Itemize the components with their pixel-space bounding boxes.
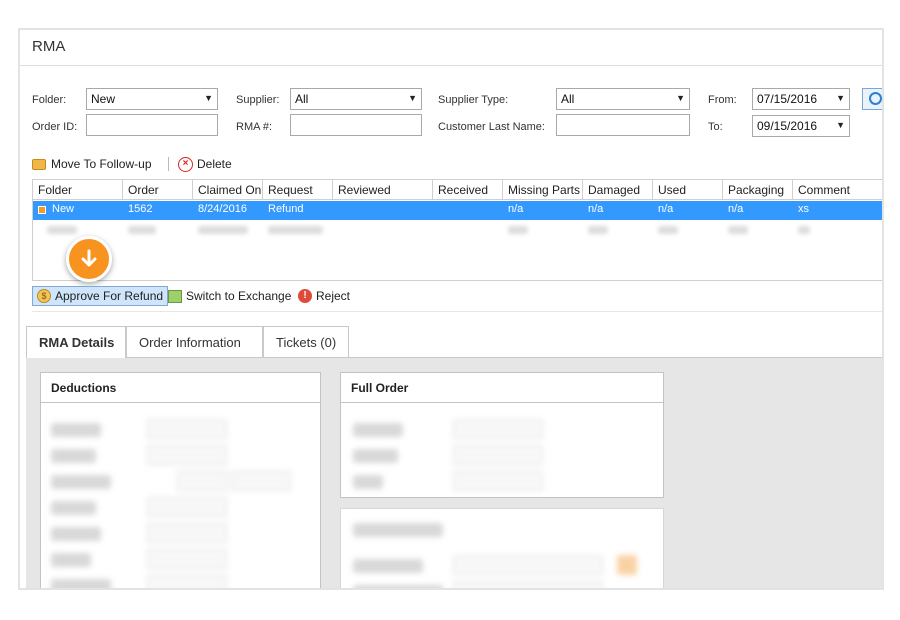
delete-button[interactable]: × Delete	[178, 154, 232, 174]
approve-for-refund-label: Approve For Refund	[55, 289, 164, 303]
grid-header: Folder Order Claimed On Request Reviewed…	[33, 180, 882, 200]
table-row[interactable]: New 1562 8/24/2016 Refund n/a n/a n/a n/…	[33, 201, 882, 220]
toolbar-divider	[168, 157, 169, 171]
supplier-type-select[interactable]: All ▼	[556, 88, 690, 110]
order-id-label: Order ID:	[32, 121, 78, 133]
cell-used: n/a	[658, 203, 674, 215]
deductions-title: Deductions	[41, 373, 320, 403]
full-order-panel: Full Order	[340, 372, 664, 498]
supplier-select[interactable]: All ▼	[290, 88, 422, 110]
reject-label: Reject	[316, 289, 351, 303]
title-bar: RMA	[20, 30, 882, 66]
full-order-blurred-content	[347, 409, 657, 497]
column-header-received[interactable]: Received	[433, 180, 503, 200]
customer-last-name-input[interactable]	[556, 114, 690, 136]
dollar-coin-icon: $	[37, 289, 51, 303]
column-header-packaging[interactable]: Packaging	[723, 180, 793, 200]
cell-request: Refund	[268, 203, 304, 215]
switch-to-exchange-button[interactable]: Switch to Exchange	[168, 286, 291, 306]
folder-select[interactable]: New ▼	[86, 88, 218, 110]
column-header-request[interactable]: Request	[263, 180, 333, 200]
cell-folder: New	[52, 203, 75, 215]
exchange-box-icon	[168, 289, 182, 303]
column-header-damaged[interactable]: Damaged	[583, 180, 653, 200]
deductions-blurred-content	[47, 409, 314, 588]
chevron-down-icon: ▼	[836, 120, 845, 130]
rma-number-input[interactable]	[290, 114, 422, 136]
switch-to-exchange-label: Switch to Exchange	[186, 289, 292, 303]
approve-for-refund-button[interactable]: $ Approve For Refund	[32, 286, 169, 306]
to-label: To:	[708, 121, 723, 133]
search-button[interactable]	[862, 88, 882, 110]
customer-last-name-label: Customer Last Name:	[438, 121, 545, 133]
chevron-down-icon: ▼	[408, 93, 417, 103]
tab-order-information[interactable]: Order Information	[126, 326, 263, 358]
column-header-comment[interactable]: Comment	[793, 180, 882, 200]
order-id-input[interactable]	[86, 114, 218, 136]
delete-icon: ×	[178, 156, 193, 172]
column-header-claimed-on[interactable]: Claimed On	[193, 180, 263, 200]
row-status-icon	[38, 206, 46, 214]
folder-label: Folder:	[32, 94, 67, 106]
cell-received	[433, 201, 443, 220]
cell-order: 1562	[128, 203, 153, 215]
rma-number-label: RMA #:	[236, 121, 273, 133]
cell-missing-parts: n/a	[508, 203, 524, 215]
tab-content: Deductions Full Order	[26, 358, 882, 588]
cell-comment: xs	[798, 203, 809, 215]
divider	[32, 311, 882, 312]
supplier-type-label: Supplier Type:	[438, 94, 509, 106]
cell-claimed-on: 8/24/2016	[198, 203, 247, 215]
arrow-down-icon	[81, 249, 97, 267]
supplier-type-select-value: All	[561, 92, 575, 106]
return-address-blurred-content	[347, 517, 657, 588]
column-header-used[interactable]: Used	[653, 180, 723, 200]
detail-tabs: RMA Details Order Information Tickets (0…	[26, 326, 882, 359]
search-icon	[869, 92, 882, 105]
reject-icon: !	[298, 289, 312, 303]
return-address-panel	[340, 508, 664, 588]
from-date-value: 07/15/2016	[757, 92, 818, 106]
from-date-picker[interactable]: 07/15/2016 ▼	[752, 88, 850, 110]
move-to-follow-up-label: Move To Follow-up	[51, 157, 152, 171]
chevron-down-icon: ▼	[836, 93, 845, 103]
deductions-panel: Deductions	[40, 372, 321, 588]
to-date-picker[interactable]: 09/15/2016 ▼	[752, 115, 850, 137]
tab-tickets[interactable]: Tickets (0)	[263, 326, 349, 358]
delete-label: Delete	[197, 157, 232, 171]
column-header-order[interactable]: Order	[123, 180, 193, 200]
blurred-row	[33, 222, 882, 238]
supplier-select-value: All	[295, 92, 309, 106]
chevron-down-icon: ▼	[204, 93, 213, 103]
move-to-follow-up-button[interactable]: Move To Follow-up	[32, 154, 152, 174]
rma-window: RMA Folder: New ▼ Supplier: All ▼ Suppli…	[18, 28, 884, 590]
column-header-reviewed[interactable]: Reviewed	[333, 180, 433, 200]
column-header-missing-parts[interactable]: Missing Parts	[503, 180, 583, 200]
full-order-title: Full Order	[341, 373, 663, 403]
cell-packaging: n/a	[728, 203, 744, 215]
rma-grid: Folder Order Claimed On Request Reviewed…	[32, 179, 882, 281]
folder-select-value: New	[91, 92, 116, 106]
tutorial-arrow-callout	[66, 236, 112, 282]
cell-damaged: n/a	[588, 203, 604, 215]
supplier-label: Supplier:	[236, 94, 280, 106]
from-label: From:	[708, 94, 737, 106]
column-header-folder[interactable]: Folder	[33, 180, 123, 200]
chevron-down-icon: ▼	[676, 93, 685, 103]
tab-rma-details[interactable]: RMA Details	[26, 326, 126, 359]
to-date-value: 09/15/2016	[757, 119, 818, 133]
window-title: RMA	[32, 38, 66, 55]
reject-button[interactable]: ! Reject	[298, 286, 350, 306]
folder-move-icon	[32, 158, 46, 170]
cell-reviewed	[333, 201, 343, 220]
